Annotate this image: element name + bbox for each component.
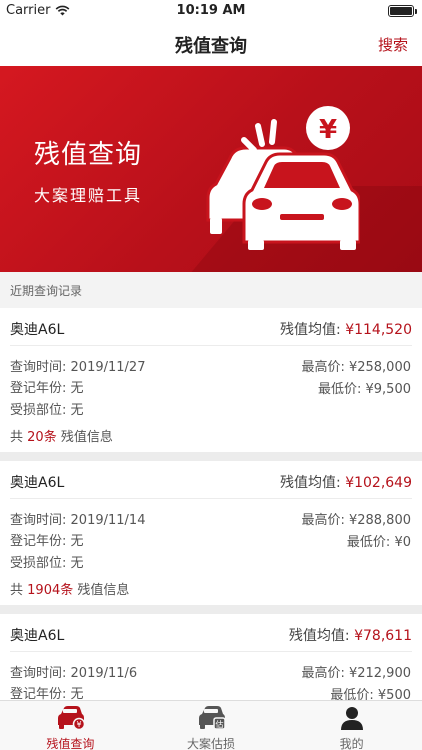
damage-area-label: 受损部位: (10, 403, 67, 418)
search-button[interactable]: 搜索 (378, 34, 408, 55)
average-amount: ¥114,520 (345, 322, 412, 338)
person-icon (340, 707, 363, 730)
query-time-value: 2019/11/14 (70, 513, 146, 528)
tab-residual-query[interactable]: ¥ 残值查询 (0, 701, 141, 750)
hero-banner: 残值查询 大案理赔工具 ¥ (0, 66, 422, 272)
min-price-label: 最低价: (346, 535, 391, 550)
average-label: 残值均值: (280, 322, 341, 338)
registration-year: 登记年份: 无 (10, 377, 84, 396)
record-total: 共 20条 残值信息 (10, 426, 113, 445)
page-title: 残值查询 (175, 36, 247, 57)
record-total: 共 1904条 残值信息 (10, 579, 129, 598)
max-price-label: 最高价: (301, 360, 345, 375)
query-time: 查询时间: 2019/11/14 (10, 509, 145, 528)
query-time-label: 查询时间: (10, 513, 67, 528)
section-title: 近期查询记录 (10, 284, 83, 298)
average-label: 残值均值: (280, 475, 341, 491)
min-price-value: ¥0 (394, 535, 411, 550)
max-price: 最高价: ¥212,900 (301, 662, 411, 681)
damage-area: 受损部位: 无 (10, 399, 84, 418)
query-time: 查询时间: 2019/11/27 (10, 356, 145, 375)
navigation-bar: 残值查询 搜索 (0, 22, 422, 66)
car-model: 奥迪A6L (10, 322, 65, 338)
total-count: 20条 (27, 430, 57, 445)
registration-year-label: 登记年份: (10, 687, 67, 700)
min-price-label: 最低价: (317, 382, 362, 397)
tab-label: 我的 (339, 737, 364, 750)
status-bar: Carrier 10:19 AM (0, 0, 422, 22)
query-time: 查询时间: 2019/11/6 (10, 662, 137, 681)
min-price: 最低价: ¥9,500 (318, 378, 411, 397)
registration-year: 登记年份: 无 (10, 530, 84, 549)
total-suffix: 残值信息 (60, 430, 113, 445)
average-amount: ¥102,649 (345, 475, 412, 491)
svg-text:估: 估 (216, 719, 224, 729)
section-header: 近期查询记录 (0, 272, 422, 308)
min-price-label: 最低价: (330, 688, 374, 700)
min-price: 最低价: ¥500 (330, 684, 411, 700)
min-price-value: ¥500 (377, 688, 411, 700)
registration-year-value: 无 (70, 534, 84, 549)
registration-year: 登记年份: 无 (10, 683, 84, 700)
tab-label: 大案估损 (187, 737, 236, 750)
battery-icon (388, 5, 417, 17)
record-card-header: 奥迪A6L 残值均值: ¥102,649 (10, 461, 412, 499)
yen-badge: ¥ (319, 115, 337, 145)
damage-area-value: 无 (70, 556, 84, 571)
registration-year-label: 登记年份: (10, 381, 67, 396)
max-price-value: ¥288,800 (348, 513, 411, 528)
total-prefix: 共 (10, 583, 24, 598)
tab-profile[interactable]: 我的 (281, 701, 422, 750)
max-price-label: 最高价: (301, 666, 345, 681)
car-estimate-icon: 估 (199, 706, 226, 730)
record-card[interactable]: 奥迪A6L 残值均值: ¥78,611 查询时间: 2019/11/6 登记年份… (0, 614, 422, 700)
average-amount: ¥78,611 (354, 628, 412, 644)
max-price-value: ¥258,000 (348, 360, 411, 375)
average-value: 残值均值: ¥114,520 (280, 319, 412, 339)
car-badge-icon: ¥ (58, 706, 86, 731)
max-price-label: 最高价: (301, 513, 345, 528)
car-collision-icon: ¥ (206, 106, 360, 250)
registration-year-value: 无 (70, 687, 84, 700)
query-time-label: 查询时间: (10, 360, 67, 375)
svg-text:¥: ¥ (77, 720, 82, 729)
record-card[interactable]: 奥迪A6L 残值均值: ¥102,649 查询时间: 2019/11/14 登记… (0, 461, 422, 605)
max-price: 最高价: ¥288,800 (301, 509, 411, 528)
total-count: 1904条 (27, 583, 74, 598)
total-suffix: 残值信息 (77, 583, 130, 598)
max-price: 最高价: ¥258,000 (301, 356, 411, 375)
query-time-value: 2019/11/6 (70, 666, 138, 681)
tab-bar: ¥ 残值查询 估 大案估损 我的 (0, 700, 422, 750)
average-value: 残值均值: ¥78,611 (289, 625, 412, 645)
car-model: 奥迪A6L (10, 628, 65, 644)
registration-year-value: 无 (70, 381, 84, 396)
query-time-label: 查询时间: (10, 666, 67, 681)
car-model: 奥迪A6L (10, 475, 65, 491)
damage-area-label: 受损部位: (10, 556, 67, 571)
banner-title: 残值查询 (34, 140, 143, 170)
record-card[interactable]: 奥迪A6L 残值均值: ¥114,520 查询时间: 2019/11/27 登记… (0, 308, 422, 452)
damage-area: 受损部位: 无 (10, 552, 84, 571)
banner-subtitle: 大案理赔工具 (34, 186, 143, 205)
tab-label: 残值查询 (46, 737, 95, 750)
record-card-header: 奥迪A6L 残值均值: ¥114,520 (10, 308, 412, 346)
min-price: 最低价: ¥0 (347, 531, 411, 550)
query-time-value: 2019/11/27 (70, 360, 146, 375)
damage-area-value: 无 (70, 403, 84, 418)
average-label: 残值均值: (288, 628, 350, 644)
tab-estimate[interactable]: 估 大案估损 (141, 701, 282, 750)
average-value: 残值均值: ¥102,649 (280, 472, 412, 492)
record-list: 奥迪A6L 残值均值: ¥114,520 查询时间: 2019/11/27 登记… (0, 308, 422, 700)
total-prefix: 共 (10, 430, 24, 445)
max-price-value: ¥212,900 (348, 666, 411, 681)
min-price-value: ¥9,500 (365, 382, 412, 397)
clock: 10:19 AM (176, 3, 246, 18)
registration-year-label: 登记年份: (10, 534, 67, 549)
record-card-header: 奥迪A6L 残值均值: ¥78,611 (10, 614, 412, 652)
